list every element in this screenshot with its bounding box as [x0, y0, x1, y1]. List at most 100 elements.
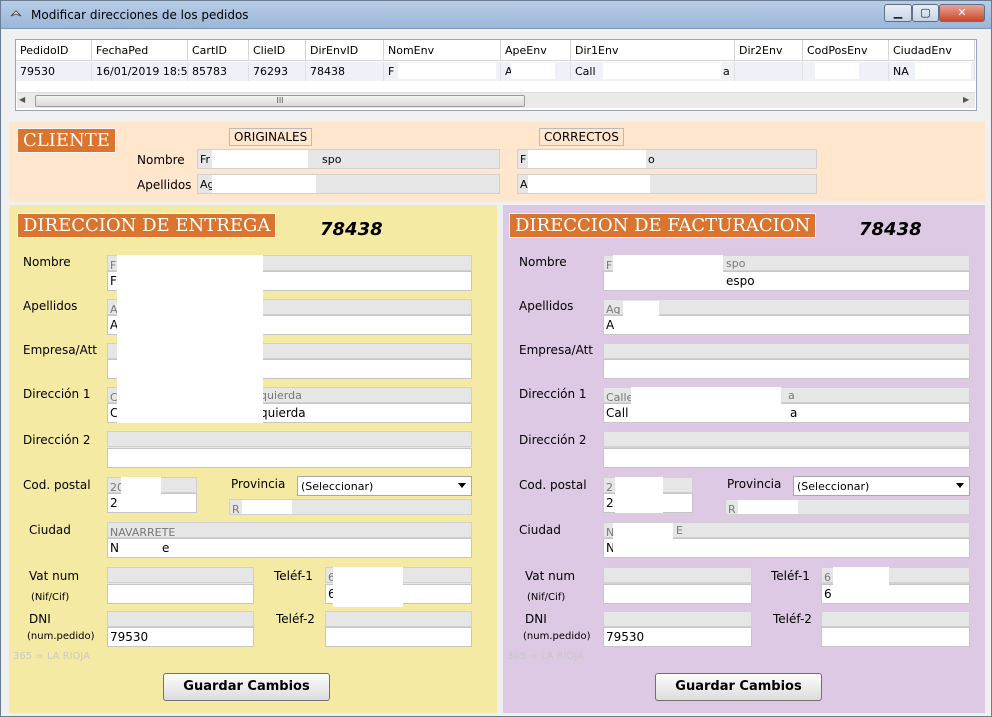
column-header-apeenv[interactable]: ApeEnv — [501, 40, 571, 61]
entrega-telef2-input[interactable] — [325, 627, 472, 647]
cliente-panel: CLIENTE ORIGINALES CORRECTOS Nombre Apel… — [9, 122, 985, 202]
redaction-mask — [117, 255, 263, 423]
fact-empresa-input[interactable] — [603, 359, 970, 379]
fact-cp-label: Cod. postal — [519, 478, 587, 492]
cell-text: Call — [575, 65, 596, 78]
fact-telef2-label: Teléf-2 — [773, 612, 812, 626]
entrega-save-button[interactable]: Guardar Cambios — [163, 673, 330, 701]
fact-dni-input[interactable]: 79530 — [603, 627, 752, 647]
cell-text: F — [388, 65, 395, 78]
title-bar[interactable]: Modificar direcciones de los pedidos ▁ ▢… — [1, 1, 991, 29]
field-text-tail: espo — [726, 274, 755, 288]
scroll-thumb[interactable]: III — [35, 95, 525, 107]
field-text: R — [728, 503, 736, 515]
entrega-dni-input[interactable]: 79530 — [107, 627, 254, 647]
fact-telef2-input[interactable] — [821, 627, 970, 647]
redaction-mask — [738, 500, 798, 514]
field-text-tail: quierda — [260, 406, 306, 420]
correctos-label: CORRECTOS — [539, 128, 624, 146]
fact-orig-dni — [603, 611, 752, 627]
redaction-mask — [212, 150, 308, 168]
entrega-dni-label: DNI — [29, 612, 51, 626]
table-cell[interactable]: 79530 — [16, 62, 92, 81]
entrega-orig-dni — [107, 611, 254, 627]
close-button[interactable]: ✕ — [939, 4, 985, 22]
chevron-down-icon[interactable] — [458, 483, 466, 488]
redaction-mask — [511, 63, 555, 79]
field-text: F — [520, 153, 527, 166]
entrega-vat-input[interactable] — [107, 584, 254, 604]
entrega-vat-label: Vat num — [29, 569, 80, 583]
fact-orig-provincia: R — [725, 499, 970, 515]
table-cell[interactable]: F — [384, 62, 501, 81]
facturacion-panel: DIRECCION DE FACTURACION 78438 Nombre F … — [503, 205, 985, 713]
window-title: Modificar direcciones de los pedidos — [31, 8, 249, 22]
scroll-left-icon[interactable]: ◀ — [19, 95, 25, 104]
fact-dir2-input[interactable] — [603, 448, 970, 468]
table-cell[interactable]: 76293 — [249, 62, 306, 81]
column-header-nomenv[interactable]: NomEnv — [384, 40, 501, 61]
facturacion-title: DIRECCION DE FACTURACION — [509, 213, 817, 238]
facturacion-save-button[interactable]: Guardar Cambios — [655, 673, 822, 701]
entrega-provincia-select[interactable]: (Seleccionar) — [297, 476, 472, 496]
redaction-mask — [631, 387, 781, 421]
fact-orig-telef2 — [821, 611, 970, 627]
fact-footer-hint: 365 = LA RIOJA — [507, 651, 585, 662]
select-value: (Seleccionar) — [301, 480, 374, 493]
entrega-dir2-input[interactable] — [107, 448, 472, 468]
column-header-fechaped[interactable]: FechaPed — [92, 40, 188, 61]
entrega-nombre-label: Nombre — [23, 255, 71, 269]
column-header-clieid[interactable]: ClieID — [249, 40, 306, 61]
table-cell[interactable]: 16/01/2019 18:53 — [92, 62, 188, 81]
fact-vat-input[interactable] — [603, 584, 752, 604]
redaction-mask — [915, 63, 971, 79]
cell-text-tail: a — [723, 65, 730, 78]
column-header-cartid[interactable]: CartID — [188, 40, 249, 61]
scroll-right-icon[interactable]: ▶ — [963, 95, 969, 104]
entrega-ciudad-input[interactable]: N e — [107, 538, 472, 558]
fact-provincia-label: Provincia — [727, 477, 782, 491]
fact-provincia-select[interactable]: (Seleccionar) — [793, 476, 970, 496]
table-cell[interactable]: NA — [889, 62, 975, 81]
column-header-pedidoid[interactable]: PedidoID — [16, 40, 92, 61]
fact-numpedido-label: (num.pedido) — [523, 631, 591, 642]
fact-dir2-label: Dirección 2 — [519, 433, 587, 447]
redaction-mask — [615, 477, 663, 513]
redaction-mask — [528, 150, 646, 168]
maximize-button[interactable]: ▢ — [912, 4, 939, 22]
column-header-ciudadenv[interactable]: CiudadEnv — [889, 40, 975, 61]
orig-apellidos-field: Ag — [197, 174, 500, 194]
table-cell[interactable] — [803, 62, 889, 81]
horizontal-scrollbar[interactable]: ◀ III ▶ — [17, 92, 975, 108]
column-header-direnvid[interactable]: DirEnvID — [306, 40, 384, 61]
redaction-mask — [120, 539, 160, 555]
minimize-button[interactable]: ▁ — [884, 4, 912, 22]
app-icon — [10, 10, 22, 17]
redaction-mask — [623, 301, 659, 331]
entrega-title: DIRECCION DE ENTREGA — [17, 213, 277, 238]
redaction-mask — [121, 477, 161, 497]
table-cell[interactable]: 78438 — [306, 62, 384, 81]
table-cell[interactable]: Call a — [571, 62, 735, 81]
column-header-dir2env[interactable]: Dir2Env — [735, 40, 803, 61]
table-cell[interactable]: A — [501, 62, 571, 81]
select-value: (Seleccionar) — [797, 480, 870, 493]
entrega-telef1-label: Teléf-1 — [274, 569, 313, 583]
entrega-cp-label: Cod. postal — [23, 478, 91, 492]
entrega-numpedido-label: (num.pedido) — [27, 631, 95, 642]
column-header-dir1env[interactable]: Dir1Env — [571, 40, 735, 61]
originales-label: ORIGINALES — [229, 128, 313, 146]
field-text-tail: spo — [726, 257, 746, 270]
table-cell[interactable] — [735, 62, 803, 81]
orders-grid[interactable]: PedidoID FechaPed CartID ClieID DirEnvID… — [15, 39, 977, 111]
corr-apellidos-field: A — [517, 174, 817, 194]
column-header-codposenv[interactable]: CodPosEnv — [803, 40, 889, 61]
field-text: Calle — [606, 391, 634, 403]
field-text-tail: a — [790, 406, 798, 420]
redaction-mask — [212, 175, 316, 193]
entrega-provincia-label: Provincia — [231, 477, 286, 491]
redaction-mask — [528, 175, 650, 193]
chevron-down-icon[interactable] — [956, 483, 964, 488]
redaction-mask — [613, 523, 673, 557]
table-cell[interactable]: 85783 — [188, 62, 249, 81]
